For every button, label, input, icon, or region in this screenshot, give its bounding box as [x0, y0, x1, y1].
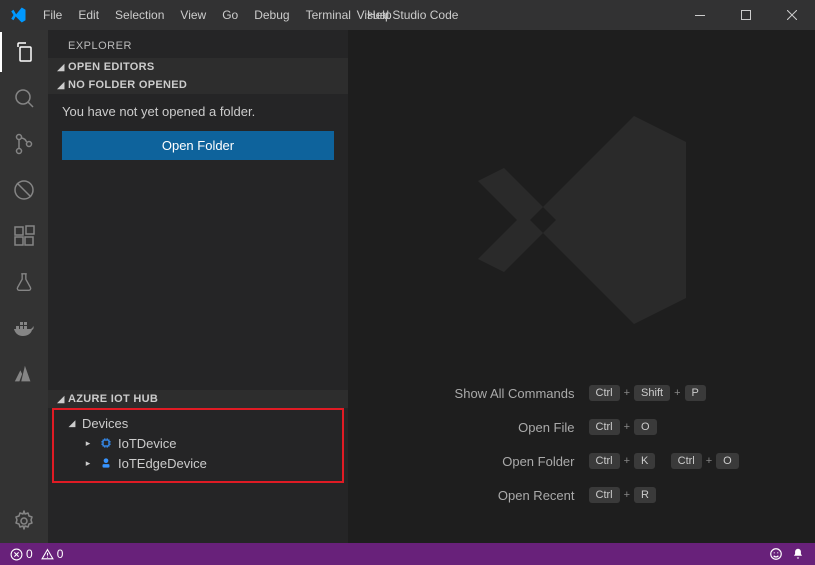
shortcut-row: Show All Commands Ctrl+ Shift+ P	[348, 385, 815, 401]
source-control-icon[interactable]	[10, 130, 38, 158]
status-bar: 0 0	[0, 543, 815, 565]
chevron-down-icon: ◢	[54, 62, 68, 73]
tree-node-iotedgedevice[interactable]: ▸ IoTEdgeDevice	[54, 453, 342, 473]
shortcut-label: Show All Commands	[375, 386, 575, 401]
key: O	[634, 419, 657, 435]
open-folder-button[interactable]: Open Folder	[62, 131, 334, 160]
settings-gear-icon[interactable]	[10, 507, 38, 535]
menu-file[interactable]: File	[35, 0, 70, 30]
status-warnings[interactable]: 0	[41, 547, 64, 561]
section-label: OPEN EDITORS	[68, 61, 155, 73]
shortcut-keys: Ctrl+ K Ctrl+ O	[589, 453, 789, 469]
key: Shift	[634, 385, 670, 401]
shortcut-row: Open Recent Ctrl+ R	[348, 487, 815, 503]
editor-watermark: Show All Commands Ctrl+ Shift+ P Open Fi…	[348, 30, 815, 543]
status-notifications[interactable]	[791, 547, 805, 561]
warning-icon	[41, 548, 54, 561]
search-icon[interactable]	[10, 84, 38, 112]
tree-label: IoTEdgeDevice	[118, 456, 207, 471]
shortcut-keys: Ctrl+ O	[589, 419, 789, 435]
chip-icon	[98, 435, 114, 451]
chevron-right-icon: ▸	[82, 458, 94, 469]
section-label: AZURE IOT HUB	[68, 393, 158, 405]
key: Ctrl	[589, 419, 620, 435]
bell-icon	[791, 547, 805, 561]
section-azure-iot-hub[interactable]: ◢ AZURE IOT HUB	[48, 390, 348, 408]
key: Ctrl	[589, 487, 620, 503]
debug-icon[interactable]	[10, 176, 38, 204]
tree-node-iotdevice[interactable]: ▸ IoTDevice	[54, 433, 342, 453]
vscode-logo-icon	[0, 6, 35, 24]
test-beaker-icon[interactable]	[10, 268, 38, 296]
iot-devices-tree: ◢ Devices ▸ IoTDevice ▸ IoTEdgeDevice	[54, 410, 342, 477]
warning-count: 0	[57, 547, 64, 561]
shortcut-keys: Ctrl+ Shift+ P	[589, 385, 789, 401]
menu-edit[interactable]: Edit	[70, 0, 107, 30]
menu-bar: File Edit Selection View Go Debug Termin…	[35, 0, 400, 30]
smiley-icon	[769, 547, 783, 561]
vscode-watermark-icon	[452, 90, 712, 350]
chevron-down-icon: ◢	[54, 394, 68, 405]
chevron-down-icon: ◢	[54, 80, 68, 91]
menu-debug[interactable]: Debug	[246, 0, 297, 30]
shortcut-label: Open File	[375, 420, 575, 435]
section-open-editors[interactable]: ◢ OPEN EDITORS	[48, 58, 348, 76]
explorer-icon[interactable]	[10, 38, 38, 66]
minimize-button[interactable]	[677, 0, 723, 30]
key: K	[634, 453, 655, 469]
status-errors[interactable]: 0	[10, 547, 33, 561]
menu-go[interactable]: Go	[214, 0, 246, 30]
shortcuts-list: Show All Commands Ctrl+ Shift+ P Open Fi…	[348, 385, 815, 503]
menu-view[interactable]: View	[172, 0, 214, 30]
error-icon	[10, 548, 23, 561]
key: Ctrl	[671, 453, 702, 469]
editor-area: Show All Commands Ctrl+ Shift+ P Open Fi…	[348, 30, 815, 543]
chevron-down-icon: ◢	[66, 418, 78, 429]
activity-bar	[0, 30, 48, 543]
chevron-right-icon: ▸	[82, 438, 94, 449]
window-controls	[677, 0, 815, 30]
tree-label: Devices	[82, 416, 128, 431]
tree-node-devices[interactable]: ◢ Devices	[54, 414, 342, 433]
error-count: 0	[26, 547, 33, 561]
status-feedback[interactable]	[769, 547, 783, 561]
azure-icon[interactable]	[10, 360, 38, 388]
key: R	[634, 487, 656, 503]
no-folder-body: You have not yet opened a folder. Open F…	[48, 94, 348, 170]
extensions-icon[interactable]	[10, 222, 38, 250]
menu-selection[interactable]: Selection	[107, 0, 172, 30]
tree-label: IoTDevice	[118, 436, 177, 451]
edge-device-icon	[98, 455, 114, 471]
highlight-box: ◢ Devices ▸ IoTDevice ▸ IoTEdgeDevice	[52, 408, 344, 483]
key: Ctrl	[589, 453, 620, 469]
menu-terminal[interactable]: Terminal	[298, 0, 359, 30]
shortcut-label: Open Folder	[375, 454, 575, 469]
close-button[interactable]	[769, 0, 815, 30]
shortcut-keys: Ctrl+ R	[589, 487, 789, 503]
shortcut-row: Open Folder Ctrl+ K Ctrl+ O	[348, 453, 815, 469]
key: O	[716, 453, 739, 469]
sidebar-title: EXPLORER	[48, 30, 348, 58]
no-folder-message: You have not yet opened a folder.	[62, 104, 334, 119]
window-title: Visual Studio Code	[357, 8, 459, 22]
shortcut-row: Open File Ctrl+ O	[348, 419, 815, 435]
title-bar: File Edit Selection View Go Debug Termin…	[0, 0, 815, 30]
docker-icon[interactable]	[10, 314, 38, 342]
key: P	[685, 385, 706, 401]
maximize-button[interactable]	[723, 0, 769, 30]
section-no-folder[interactable]: ◢ NO FOLDER OPENED	[48, 76, 348, 94]
section-label: NO FOLDER OPENED	[68, 79, 187, 91]
sidebar-explorer: EXPLORER ◢ OPEN EDITORS ◢ NO FOLDER OPEN…	[48, 30, 348, 543]
shortcut-label: Open Recent	[375, 488, 575, 503]
key: Ctrl	[589, 385, 620, 401]
